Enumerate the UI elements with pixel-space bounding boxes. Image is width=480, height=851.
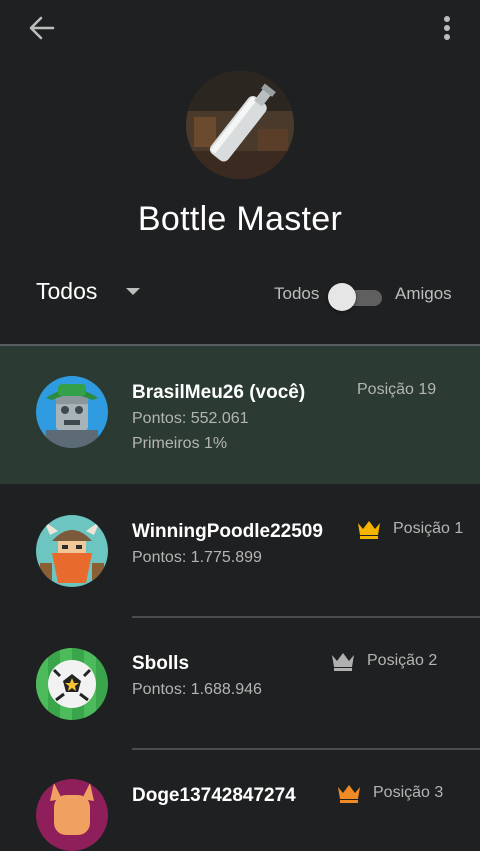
more-vertical-icon [444, 16, 450, 22]
player-name: WinningPoodle22509 [132, 521, 323, 542]
avatar-viking [36, 515, 108, 587]
player-position: Posição 3 [373, 784, 444, 801]
player-position: Posição 1 [393, 520, 464, 537]
player-points: Pontos: 1.775.899 [132, 549, 262, 566]
player-name: BrasilMeu26 (você) [132, 382, 306, 403]
player-position: Posição 19 [357, 381, 437, 398]
crown-bronze-icon [338, 785, 360, 803]
caret-down-icon [126, 288, 140, 295]
leaderboard-row[interactable]: Sbolls Pontos: 1.688.946 Posição 2 [0, 617, 480, 749]
filter-row: Todos Todos Amigos [0, 268, 480, 318]
player-position: Posição 2 [367, 652, 438, 669]
avatar-robot [36, 376, 108, 448]
player-name: Sbolls [132, 653, 190, 674]
more-options-button[interactable] [436, 12, 458, 44]
toggle-label-friends: Amigos [395, 284, 452, 303]
crown-silver-icon [332, 653, 354, 671]
friends-toggle[interactable] [328, 282, 384, 312]
player-points: Pontos: 552.061 [132, 410, 249, 427]
top-bar [0, 0, 480, 56]
player-points: Pontos: 1.688.946 [132, 681, 262, 698]
game-image [186, 71, 294, 179]
arrow-left-icon [29, 16, 55, 40]
toggle-label-all: Todos [274, 284, 320, 303]
game-title: Bottle Master [137, 200, 343, 238]
player-percentile: Primeiros 1% [132, 435, 228, 452]
scope-dropdown[interactable]: Todos [36, 278, 146, 310]
scope-dropdown-value: Todos [36, 278, 98, 304]
toggle-thumb[interactable] [328, 283, 356, 311]
avatar-soccer-ball [36, 648, 108, 720]
leaderboard-row[interactable]: Doge13742847274 Posição 3 [0, 749, 480, 851]
back-button[interactable] [26, 14, 58, 42]
leaderboard-row[interactable]: WinningPoodle22509 Pontos: 1.775.899 Pos… [0, 485, 480, 617]
current-user-row[interactable]: BrasilMeu26 (você) Pontos: 552.061 Prime… [0, 346, 480, 484]
avatar-fox [36, 779, 108, 851]
player-name: Doge13742847274 [132, 785, 296, 806]
crown-gold-icon [358, 521, 380, 539]
